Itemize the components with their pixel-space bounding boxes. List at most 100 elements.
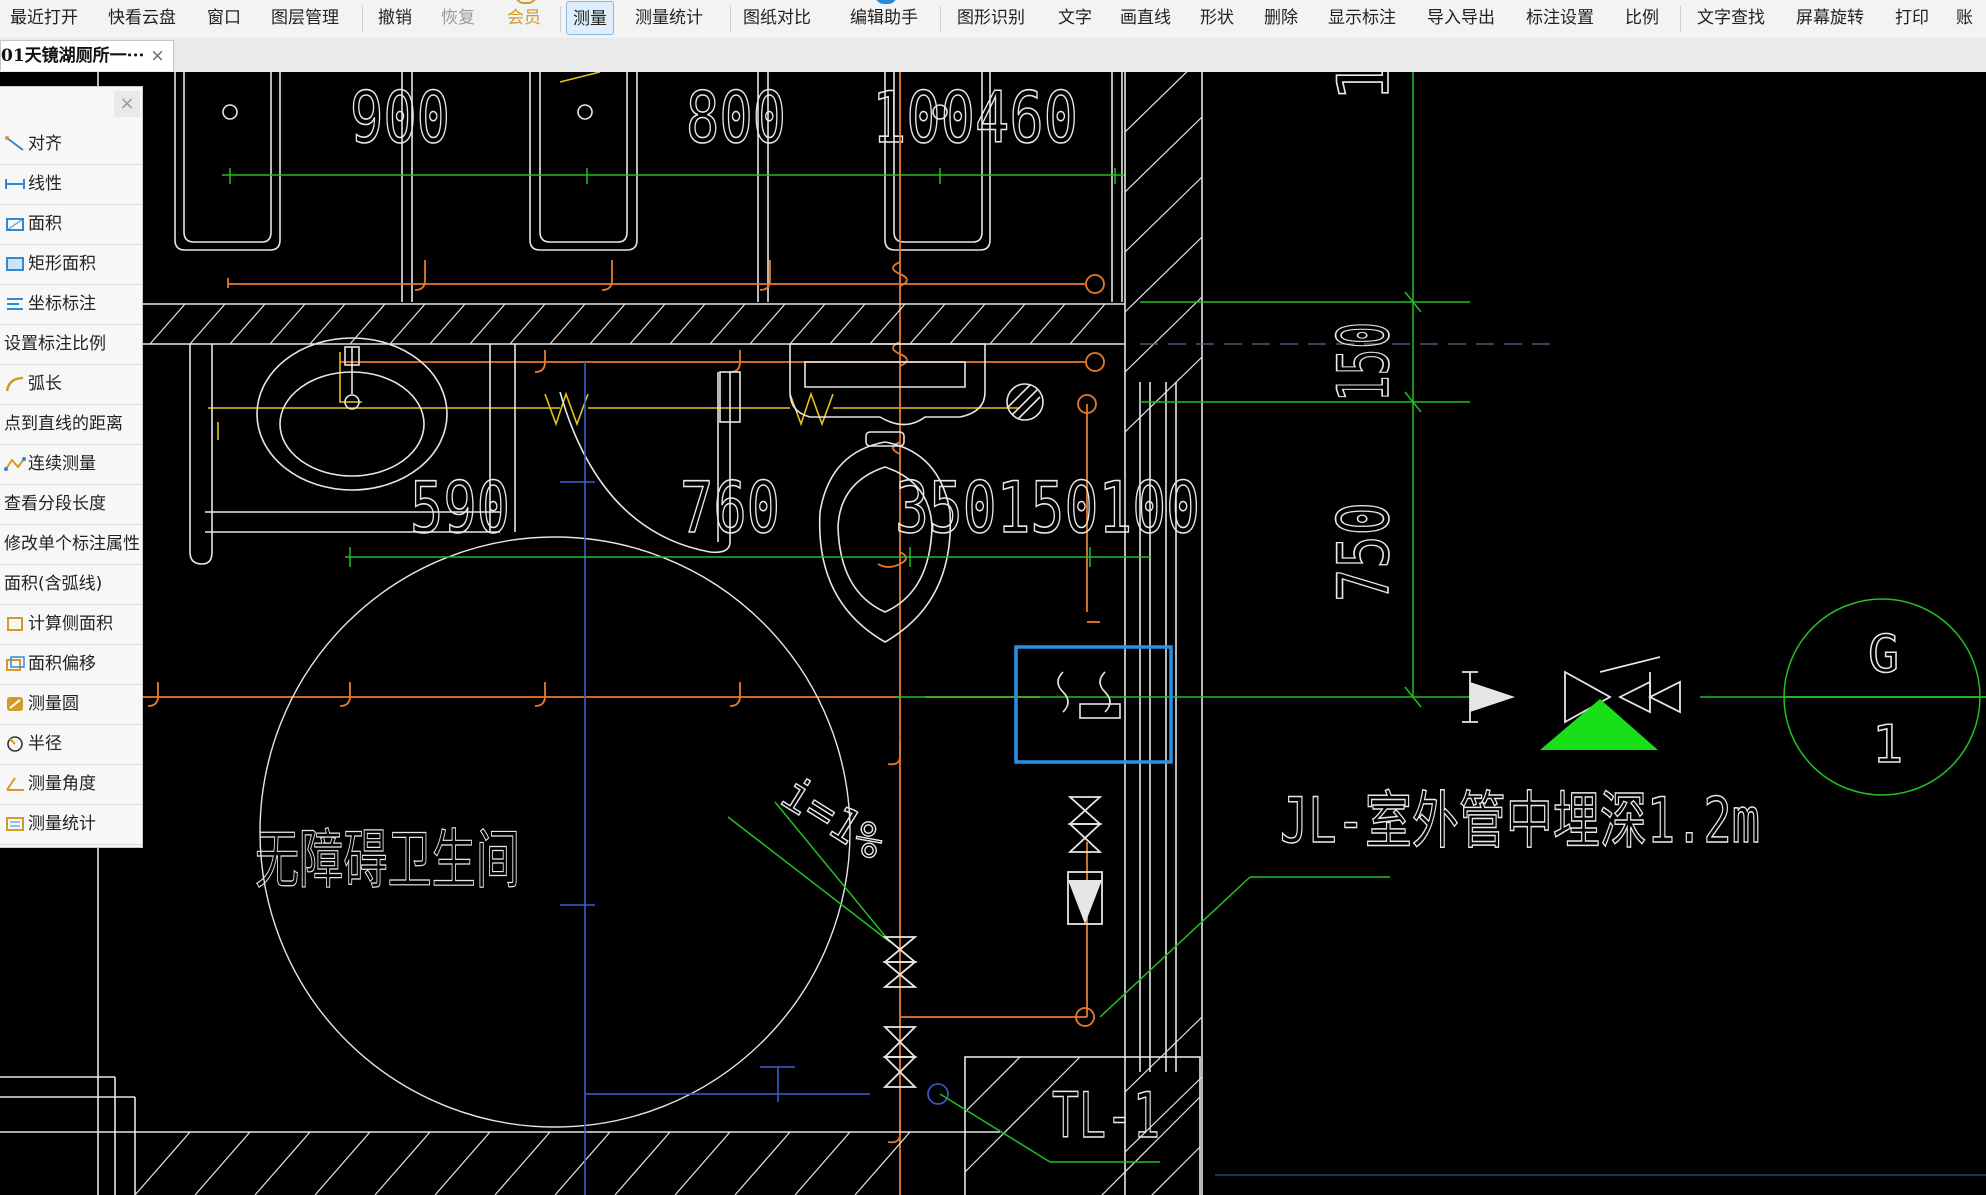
toolbar-button-3[interactable]: 图层管理	[271, 0, 339, 36]
panel-item-14[interactable]: 测量圆	[0, 685, 142, 725]
measure-angle-icon	[4, 775, 26, 793]
panel-item-15[interactable]: 半径	[0, 725, 142, 765]
dim-text-900: 900	[350, 77, 450, 159]
panel-item-8[interactable]: 连续测量	[0, 445, 142, 485]
toolbar-button-20[interactable]: 文字查找	[1697, 0, 1765, 36]
toolbar-separator	[1680, 6, 1681, 32]
panel-item-6[interactable]: 弧长	[0, 365, 142, 405]
toolbar-button-10[interactable]: 编辑助手	[850, 0, 918, 36]
toolbar-button-6[interactable]: 会员	[507, 0, 541, 36]
dim-text-150: 150	[1323, 322, 1405, 402]
toolbar-button-label: 撤销	[378, 8, 412, 28]
panel-item-10[interactable]: 修改单个标注属性	[0, 525, 142, 565]
toolbar-button-label: 图层管理	[271, 8, 339, 28]
main-toolbar: 最近打开 快看云盘 窗口 图层管理 撤销 恢复 会员 测量 测量统计 图纸对比 编辑助手 图形识别 文字…	[0, 0, 1986, 39]
toolbar-button-label: 标注设置	[1526, 8, 1594, 28]
toolbar-button-label: 图纸对比	[743, 8, 811, 28]
toolbar-button-9[interactable]: 图纸对比	[743, 0, 811, 36]
panel-item-2[interactable]: 面积	[0, 205, 142, 245]
panel-item-0[interactable]: 对齐	[0, 125, 142, 165]
area-offset-icon	[4, 655, 26, 673]
toolbar-button-17[interactable]: 导入导出	[1427, 0, 1495, 36]
cad-canvas[interactable]: 900 800 100460 TL-1 590 760 350150100 15…	[0, 72, 1986, 1195]
dim-text-800: 800	[686, 77, 786, 159]
toolbar-button-0[interactable]: 最近打开	[10, 0, 78, 36]
toolbar-button-label: 账	[1956, 8, 1973, 28]
pipe-label: JL-室外管中埋深1.2m	[1280, 784, 1760, 857]
toolbar-button-label: 编辑助手	[850, 8, 918, 28]
panel-item-13[interactable]: 面积偏移	[0, 645, 142, 685]
panel-item-3[interactable]: 矩形面积	[0, 245, 142, 285]
toolbar-button-23[interactable]: 账	[1956, 0, 1973, 36]
panel-item-1[interactable]: 线性	[0, 165, 142, 205]
continuous-measure-icon	[4, 455, 26, 473]
measure-stats-icon	[4, 815, 26, 833]
panel-item-16[interactable]: 测量角度	[0, 765, 142, 805]
toolbar-button-19[interactable]: 比例	[1625, 0, 1659, 36]
rect-area-icon	[4, 255, 26, 273]
panel-item-4[interactable]: 坐标标注	[0, 285, 142, 325]
toolbar-button-label: 删除	[1264, 8, 1298, 28]
panel-item-label: 修改单个标注属性	[4, 534, 140, 554]
toolbar-button-label: 恢复	[441, 8, 475, 28]
dim-text-100460: 100460	[872, 77, 1078, 159]
toolbar-button-14[interactable]: 形状	[1200, 0, 1234, 36]
toolbar-button-16[interactable]: 显示标注	[1328, 0, 1396, 36]
document-tab-strip: 01天镜湖厕所一··· ×	[0, 38, 1986, 73]
toolbar-button-2[interactable]: 窗口	[207, 0, 241, 36]
dim-text-750: 750	[1323, 502, 1405, 602]
dim-text-590: 590	[410, 467, 510, 549]
panel-item-12[interactable]: 计算侧面积	[0, 605, 142, 645]
measure-circle-icon	[4, 695, 26, 713]
document-tab[interactable]: 01天镜湖厕所一··· ×	[0, 40, 174, 71]
toolbar-button-21[interactable]: 屏幕旋转	[1796, 0, 1864, 36]
toolbar-button-label: 会员	[507, 8, 541, 28]
panel-item-5[interactable]: 设置标注比例	[0, 325, 142, 365]
toolbar-button-8[interactable]: 测量统计	[635, 0, 703, 36]
toolbar-button-22[interactable]: 打印	[1895, 0, 1929, 36]
toolbar-button-1[interactable]: 快看云盘	[108, 0, 176, 36]
panel-item-label: 线性	[28, 174, 62, 194]
panel-item-9[interactable]: 查看分段长度	[0, 485, 142, 525]
toolbar-separator	[940, 6, 941, 32]
panel-close-button[interactable]: ×	[114, 91, 140, 117]
toolbar-button-18[interactable]: 标注设置	[1526, 0, 1594, 36]
panel-item-11[interactable]: 面积(含弧线)	[0, 565, 142, 605]
linear-dimension-icon	[4, 175, 26, 193]
toolbar-button-5[interactable]: 恢复	[441, 0, 475, 36]
room-label: 无障碍卫生间	[255, 824, 520, 898]
panel-item-label: 对齐	[28, 134, 62, 154]
measure-tool-panel: × 对齐线性面积矩形面积坐标标注设置标注比例弧长点到直线的距离连续测量 查看分段长…	[0, 86, 143, 848]
toolbar-button-4[interactable]: 撤销	[378, 0, 412, 36]
vip-crown-icon	[515, 0, 537, 4]
panel-item-label: 测量统计	[28, 814, 96, 834]
panel-item-label: 计算侧面积	[28, 614, 113, 634]
panel-item-label: 矩形面积	[28, 254, 96, 274]
toolbar-button-label: 文字查找	[1697, 8, 1765, 28]
toolbar-button-label: 显示标注	[1328, 8, 1396, 28]
riser-label: TL-1	[1052, 1079, 1160, 1152]
panel-item-17[interactable]: 测量统计	[0, 805, 142, 845]
toolbar-button-11[interactable]: 图形识别	[957, 0, 1025, 36]
panel-item-label: 面积	[28, 214, 62, 234]
align-icon	[4, 135, 26, 153]
toolbar-button-13[interactable]: 画直线	[1120, 0, 1171, 36]
grid-label-top: G	[1868, 625, 1899, 685]
toolbar-button-15[interactable]: 删除	[1264, 0, 1298, 36]
toolbar-button-12[interactable]: 文字	[1058, 0, 1092, 36]
panel-item-7[interactable]: 点到直线的距离	[0, 405, 142, 445]
close-icon[interactable]: ×	[150, 46, 164, 66]
toolbar-button-label: 导入导出	[1427, 8, 1495, 28]
coordinate-icon	[4, 295, 26, 313]
panel-item-label: 面积偏移	[28, 654, 96, 674]
toolbar-button-7[interactable]: 测量	[566, 1, 614, 35]
toolbar-button-label: 形状	[1200, 8, 1234, 28]
edit-assistant-icon	[875, 0, 897, 4]
toolbar-separator	[730, 6, 731, 32]
area-icon	[4, 215, 26, 233]
toolbar-button-label: 窗口	[207, 8, 241, 28]
panel-item-label: 点到直线的距离	[4, 414, 123, 434]
grid-label-bottom: 1	[1872, 715, 1903, 775]
panel-item-label: 设置标注比例	[4, 334, 106, 354]
document-tab-title: 01天镜湖厕所一···	[1, 46, 145, 66]
